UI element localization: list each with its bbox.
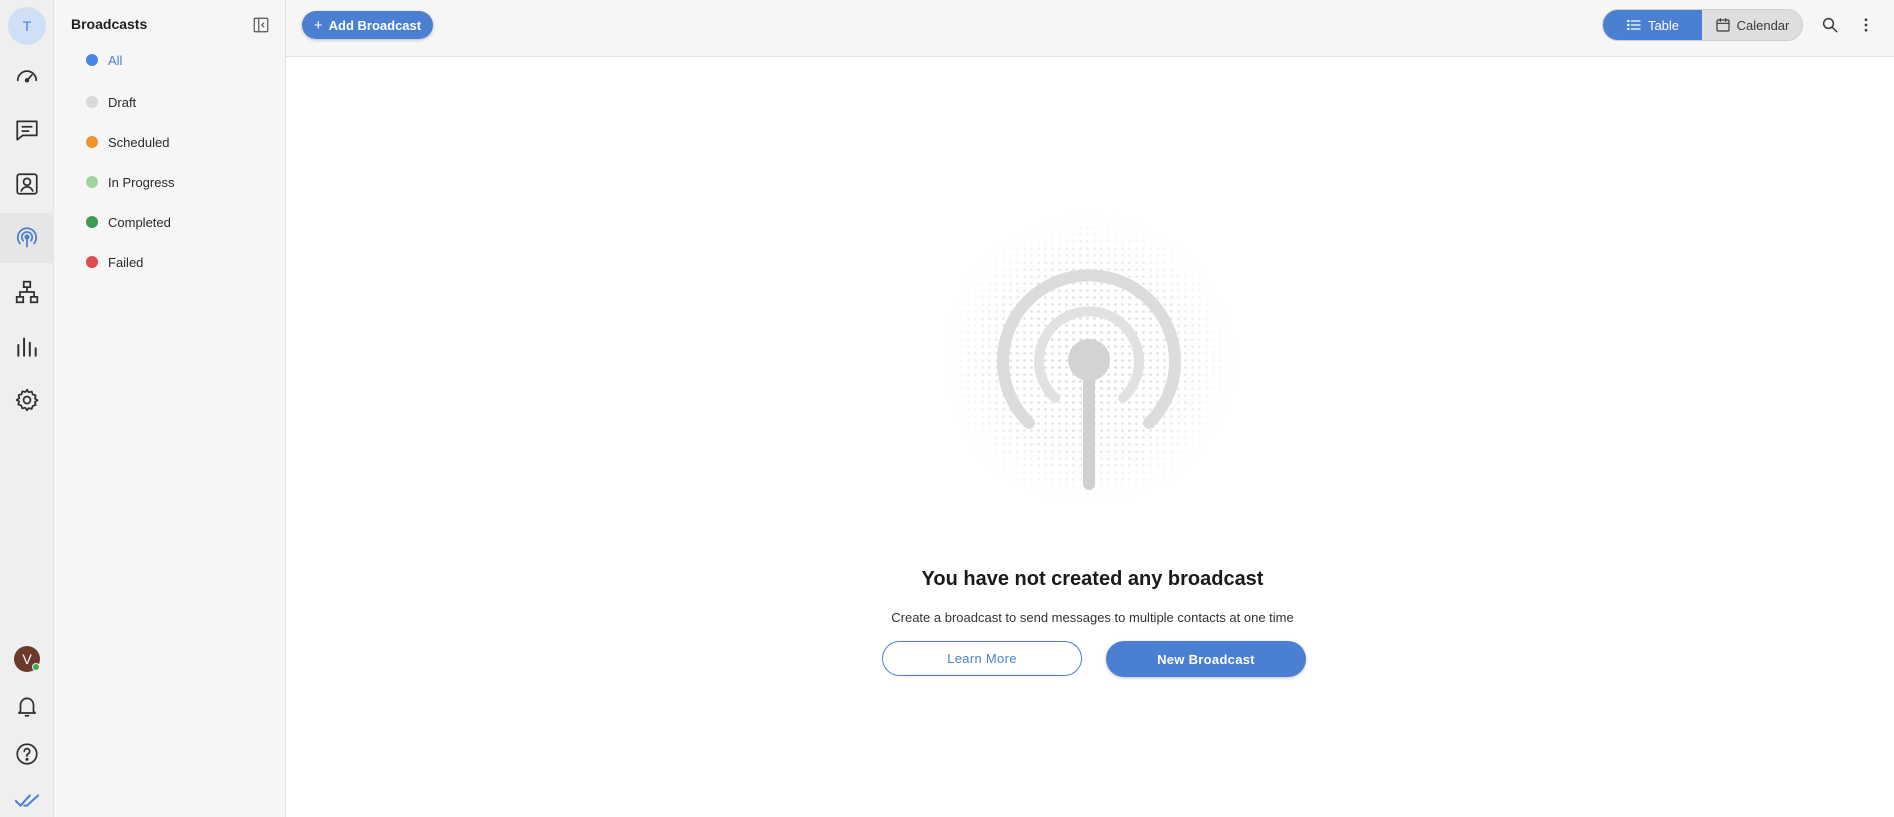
sidebar-title: Broadcasts	[71, 16, 148, 32]
search-icon	[1822, 17, 1838, 33]
collapse-sidebar-button[interactable]	[250, 14, 272, 36]
broadcasts-nav[interactable]	[0, 213, 54, 263]
table-view-button[interactable]: Table	[1603, 10, 1702, 40]
status-label: All	[108, 52, 123, 68]
status-dot	[86, 54, 98, 66]
settings-nav[interactable]	[0, 375, 54, 425]
add-broadcast-label: Add Broadcast	[328, 17, 422, 33]
empty-state-title: You have not created any broadcast	[921, 568, 1264, 590]
more-vertical-icon	[1864, 18, 1868, 32]
empty-state-subtitle: Create a broadcast to send messages to m…	[891, 610, 1294, 625]
app-rail: T V	[0, 0, 54, 817]
status-label: In Progress	[108, 174, 175, 190]
status-dot	[86, 176, 98, 188]
brand-logo-icon	[14, 794, 40, 807]
conversations-nav[interactable]	[0, 105, 54, 155]
workflows-icon	[15, 280, 39, 304]
view-toggle: Table Calendar	[1602, 9, 1803, 41]
broadcast-icon	[16, 227, 38, 248]
status-filter-completed[interactable]: Completed	[54, 205, 285, 239]
status-filter-all[interactable]: All	[54, 43, 285, 77]
status-label: Draft	[108, 94, 137, 110]
conversations-icon	[16, 120, 38, 141]
table-view-label: Table	[1647, 17, 1680, 33]
status-label: Scheduled	[108, 134, 170, 150]
broadcasts-sidebar: Broadcasts All Draft Scheduled In Progre…	[54, 0, 286, 817]
status-label: Completed	[108, 214, 171, 230]
status-filter-draft[interactable]: Draft	[54, 85, 285, 119]
top-bar: + Add Broadcast Table Calendar	[286, 0, 1894, 57]
calendar-icon	[1716, 18, 1730, 32]
broadcast-illustration-icon	[941, 212, 1237, 508]
learn-more-button[interactable]: Learn More	[882, 641, 1082, 676]
reports-icon	[17, 337, 37, 357]
list-icon	[1627, 19, 1641, 31]
plus-icon: +	[313, 16, 323, 34]
collapse-sidebar-icon	[253, 17, 269, 33]
brand-logo	[0, 776, 54, 817]
new-broadcast-button[interactable]: New Broadcast	[1106, 641, 1306, 677]
online-status-indicator	[32, 663, 40, 671]
status-label: Failed	[108, 254, 144, 270]
dashboard-icon	[16, 70, 38, 83]
settings-icon	[15, 388, 39, 412]
notifications-icon	[18, 697, 36, 717]
more-options-button[interactable]	[1854, 13, 1878, 37]
status-dot	[86, 96, 98, 108]
workflows-nav[interactable]	[0, 267, 54, 317]
calendar-view-button[interactable]: Calendar	[1702, 10, 1802, 40]
dashboard-nav[interactable]	[0, 51, 54, 101]
add-broadcast-button[interactable]: + Add Broadcast	[302, 11, 433, 39]
status-dot	[86, 216, 98, 228]
help-button[interactable]	[0, 729, 54, 779]
search-button[interactable]	[1818, 13, 1842, 37]
status-dot	[86, 136, 98, 148]
workspace-avatar[interactable]: T	[8, 7, 46, 45]
calendar-view-label: Calendar	[1736, 17, 1790, 33]
status-filter-in-progress[interactable]: In Progress	[54, 165, 285, 199]
reports-nav[interactable]	[0, 321, 54, 371]
notifications-button[interactable]	[0, 681, 54, 731]
help-icon	[16, 743, 38, 765]
contacts-icon	[16, 173, 38, 195]
status-filter-failed[interactable]: Failed	[54, 245, 285, 279]
status-dot	[86, 256, 98, 268]
empty-broadcast-illustration	[937, 210, 1241, 508]
contacts-nav[interactable]	[0, 159, 54, 209]
status-filter-scheduled[interactable]: Scheduled	[54, 125, 285, 159]
